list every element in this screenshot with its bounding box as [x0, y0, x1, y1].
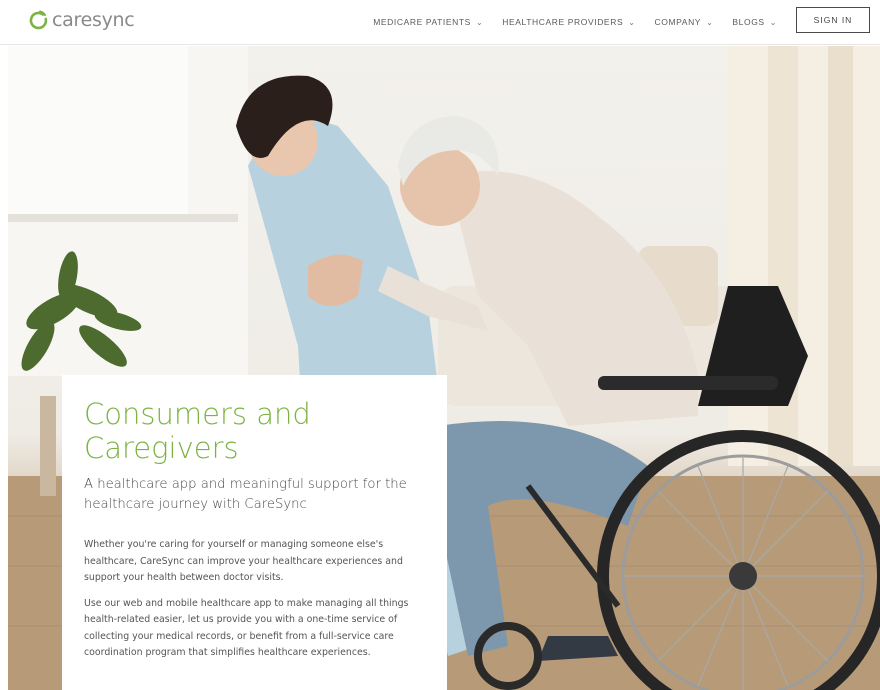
nav-label: COMPANY	[654, 17, 702, 27]
hero-paragraph-1: Whether you're caring for yourself or ma…	[84, 539, 403, 583]
chevron-down-icon: ⌄	[706, 17, 714, 27]
sign-in-button[interactable]: SIGN IN	[796, 7, 870, 33]
nav-label: HEALTHCARE PROVIDERS	[502, 17, 624, 27]
site-header: caresync MEDICARE PATIENTS ⌄ HEALTHCARE …	[0, 0, 880, 45]
hero-title: Consumers and Caregivers	[84, 397, 311, 465]
hero-subtitle: A healthcare app and meaningful support …	[84, 477, 407, 512]
main-nav: MEDICARE PATIENTS ⌄ HEALTHCARE PROVIDERS…	[354, 0, 777, 44]
chevron-down-icon: ⌄	[769, 17, 777, 27]
hero-paragraph-2: Use our web and mobile healthcare app to…	[84, 597, 409, 659]
hero-section: Consumers and Caregivers A healthcare ap…	[8, 46, 880, 690]
nav-blogs[interactable]: BLOGS ⌄	[732, 17, 777, 27]
nav-label: BLOGS	[732, 17, 765, 27]
nav-company[interactable]: COMPANY ⌄	[655, 17, 714, 27]
chevron-down-icon: ⌄	[628, 17, 636, 27]
chevron-down-icon: ⌄	[475, 17, 484, 27]
nav-medicare-patients[interactable]: MEDICARE PATIENTS ⌄	[373, 17, 483, 27]
nav-label: MEDICARE PATIENTS	[373, 17, 471, 27]
logo-text: caresync	[52, 9, 135, 31]
nav-healthcare-providers[interactable]: HEALTHCARE PROVIDERS ⌄	[502, 17, 635, 27]
logo[interactable]: caresync	[28, 6, 135, 34]
caresync-logo-icon	[29, 10, 48, 30]
hero-card: Consumers and Caregivers A healthcare ap…	[62, 375, 447, 690]
